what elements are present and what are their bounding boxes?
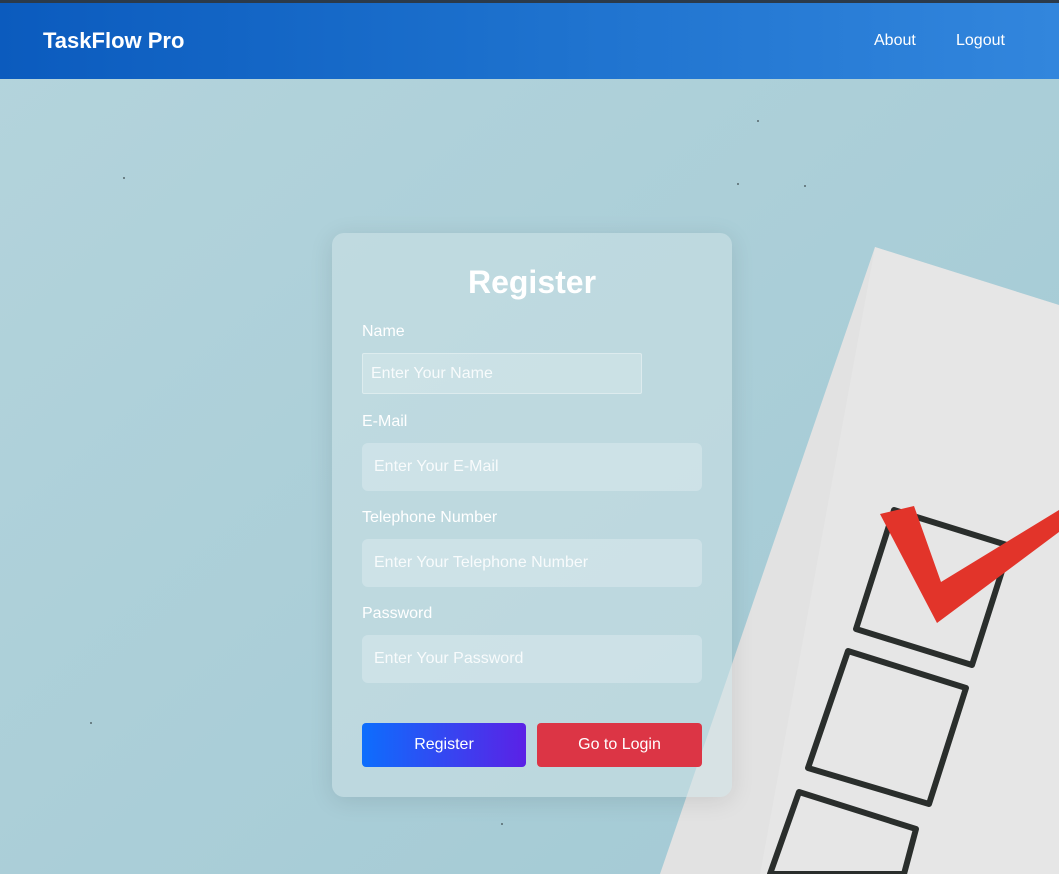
email-label: E-Mail (362, 413, 408, 430)
nav-link-logout[interactable]: Logout (956, 31, 1005, 51)
name-input[interactable] (362, 353, 642, 394)
password-input[interactable] (362, 635, 702, 683)
brand-logo[interactable]: TaskFlow Pro (43, 27, 184, 55)
password-label: Password (362, 605, 433, 622)
form-title: Register (467, 264, 597, 300)
go-to-login-button[interactable]: Go to Login (537, 723, 702, 767)
nav-link-about[interactable]: About (874, 31, 916, 51)
register-button[interactable]: Register (362, 723, 526, 767)
telephone-label: Telephone Number (362, 509, 498, 526)
email-input[interactable] (362, 443, 702, 491)
page: TaskFlow Pro About Logout Register Name … (0, 0, 1059, 874)
navbar: TaskFlow Pro About Logout (0, 0, 1059, 79)
telephone-input[interactable] (362, 539, 702, 587)
window-top-edge (0, 0, 1059, 3)
name-label: Name (362, 323, 405, 340)
register-card: Register Name E-Mail Telephone Number Pa… (332, 233, 732, 797)
